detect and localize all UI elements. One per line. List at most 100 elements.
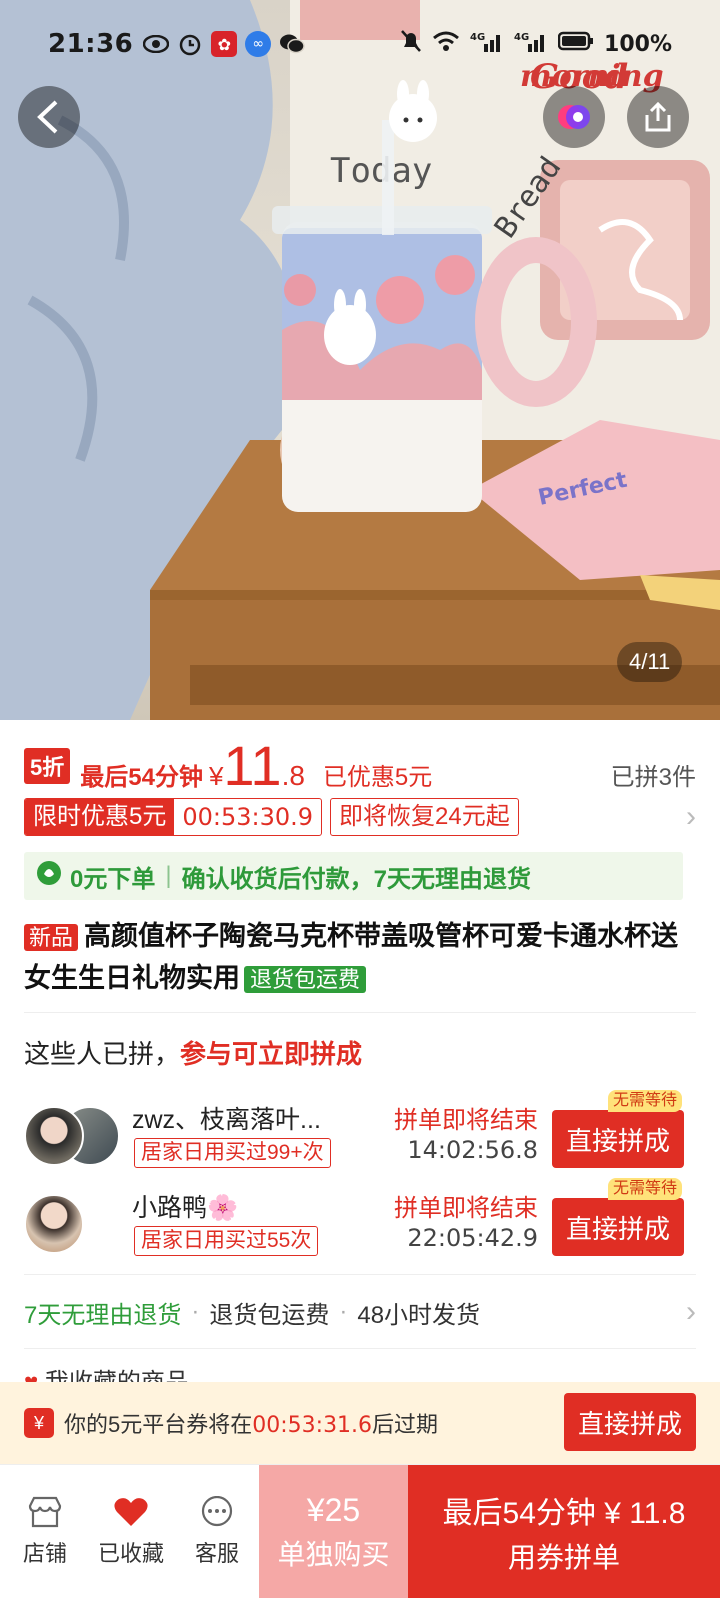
store-button[interactable]: 店铺 <box>2 1465 88 1598</box>
group-buy-button[interactable]: 最后54分钟 ¥ 11.8 用券拼单 <box>408 1465 720 1598</box>
group-ending-label: 拼单即将结束 <box>394 1195 538 1222</box>
assistant-logo-icon <box>558 105 590 129</box>
service-shipping-refund: 退货包运费 <box>209 1301 330 1329</box>
mute-icon <box>400 29 422 59</box>
share-icon <box>645 101 671 132</box>
group-member-names: 小路鸭🌸 <box>132 1194 239 1222</box>
coupon-prefix: 你的5元平台券将在 <box>64 1412 253 1437</box>
product-title: 新品 高颜值杯子陶瓷马克杯带盖吸管杯可爱卡通水杯送女生生日礼物实用 退货包运费 <box>24 916 692 1000</box>
eye-icon <box>143 31 170 57</box>
assistant-button[interactable] <box>543 86 605 148</box>
product-photo: Good morning Today Bread Perfect <box>0 0 720 720</box>
chevron-right-icon: › <box>686 1295 696 1328</box>
avatar <box>24 1194 84 1254</box>
join-group-button[interactable]: 直接拼成 <box>552 1110 684 1168</box>
promo-label: 限时优惠5元 <box>25 799 175 835</box>
alarm-icon <box>177 31 203 57</box>
share-button[interactable] <box>627 86 689 148</box>
join-group-button[interactable]: 直接拼成 <box>552 1198 684 1256</box>
avatar <box>24 1106 84 1166</box>
zero-order-title: 0元下单 <box>70 865 156 893</box>
back-button[interactable] <box>18 86 80 148</box>
coupon-timer: 00:53:31.6 <box>252 1413 373 1438</box>
leaf-icon <box>36 860 62 893</box>
service-guarantees[interactable]: 7天无理由退货 · 退货包运费 · 48小时发货 › <box>24 1294 696 1330</box>
group-label: 用券拼单 <box>507 1542 620 1573</box>
single-label: 单独购买 <box>277 1538 390 1570</box>
coupon-join-button[interactable]: 直接拼成 <box>564 1393 696 1451</box>
chat-icon <box>201 1495 233 1526</box>
browser-notification-icon: ∞ <box>245 31 272 57</box>
coupon-text: 你的5元平台券将在00:53:31.6后过期 <box>64 1407 438 1439</box>
new-tag: 新品 <box>24 924 79 951</box>
service-return: 7天无理由退货 <box>24 1301 182 1329</box>
separator: · <box>191 1298 200 1325</box>
image-counter: 4/11 <box>617 642 683 682</box>
status-time: 21:36 <box>48 29 134 59</box>
purchase-history-badge: 居家日用买过99+次 <box>134 1138 331 1168</box>
zero-order-bar[interactable]: 0元下单 | 确认收货后付款，7天无理由退货 <box>24 852 683 900</box>
coupon-suffix: 后过期 <box>372 1412 439 1437</box>
status-notification-icons: ✿ ∞ <box>143 31 306 57</box>
group-row[interactable]: 小路鸭🌸 居家日用买过55次 拼单即将结束 22:05:42.9 直接拼成 无需… <box>24 1178 696 1260</box>
single-price: ¥25 <box>306 1491 361 1528</box>
wifi-icon <box>432 30 460 58</box>
price-integer: 11 <box>223 734 282 797</box>
join-head-text: 这些人已拼， <box>24 1039 181 1069</box>
svg-text:4G: 4G <box>470 32 485 43</box>
group-avatars <box>24 1194 124 1254</box>
no-wait-badge: 无需等待 <box>607 1090 682 1112</box>
coupon-bar: ¥ 你的5元平台券将在00:53:31.6后过期 直接拼成 <box>0 1382 720 1464</box>
join-section-header: 这些人已拼，参与可立即拼成 <box>24 1034 362 1071</box>
separator: | <box>165 862 172 889</box>
favorite-label: 已收藏 <box>97 1540 164 1566</box>
buy-alone-button[interactable]: ¥25 单独购买 <box>259 1465 408 1598</box>
saved-amount: 已优惠5元 <box>322 764 433 791</box>
purchase-history-badge: 居家日用买过55次 <box>134 1226 319 1256</box>
product-image-carousel[interactable]: Good morning Today Bread Perfect 21:36 ✿… <box>0 0 720 720</box>
coupon-icon: ¥ <box>24 1408 54 1438</box>
promo-box: 限时优惠5元 00:53:30.9 <box>24 798 323 836</box>
group-timer: 14:02:56.8 <box>407 1136 538 1164</box>
signal-icon-1: 4G <box>470 30 504 58</box>
countdown-label: 最后54分钟 <box>80 764 203 791</box>
photo-text-today: Today <box>330 151 432 191</box>
currency-symbol: ¥ <box>208 761 224 791</box>
group-price: 最后54分钟 ¥ 11.8 <box>442 1497 686 1530</box>
price-decimal: .8 <box>281 760 305 791</box>
service-dispatch: 48小时发货 <box>357 1301 481 1329</box>
customer-service-label: 客服 <box>194 1540 239 1566</box>
no-wait-badge: 无需等待 <box>607 1178 682 1200</box>
heart-icon: ♥ <box>24 1369 38 1382</box>
signal-icon-2: 4G <box>514 30 548 58</box>
status-system-icons: 4G 4G 100% <box>400 29 672 59</box>
chevron-right-icon: › <box>686 800 696 833</box>
app-notification-icon: ✿ <box>211 31 238 57</box>
chevron-left-icon <box>37 100 58 134</box>
group-member-names: zwz、枝离落叶... <box>132 1106 321 1134</box>
group-ending-label: 拼单即将结束 <box>394 1107 538 1134</box>
wechat-icon <box>279 31 306 57</box>
divider <box>24 1012 696 1013</box>
favorite-button[interactable]: 已收藏 <box>88 1465 174 1598</box>
customer-service-button[interactable]: 客服 <box>174 1465 260 1598</box>
promo-row[interactable]: 限时优惠5元 00:53:30.9 即将恢复24元起 › <box>24 798 696 836</box>
join-head-highlight: 参与可立即拼成 <box>180 1039 363 1069</box>
discount-badge: 5折 <box>24 748 71 784</box>
group-timer: 22:05:42.9 <box>407 1224 538 1252</box>
store-icon <box>28 1496 62 1527</box>
group-row[interactable]: zwz、枝离落叶... 居家日用买过99+次 拼单即将结束 14:02:56.8… <box>24 1090 696 1172</box>
grouped-count: 已拼3件 <box>610 764 696 791</box>
bottom-action-bar: 店铺 已收藏 客服 ¥25 单独购买 最后54分钟 ¥ 11.8 用券拼单 <box>0 1464 720 1598</box>
battery-percent: 100% <box>604 31 672 57</box>
photo-text-morning: morning <box>520 59 664 94</box>
zero-order-desc: 确认收货后付款，7天无理由退货 <box>181 865 531 893</box>
favorites-title: 我收藏的商品 <box>45 1369 189 1382</box>
divider <box>24 1348 696 1349</box>
favorites-section-peek: ♥ 我收藏的商品 <box>24 1362 189 1382</box>
promo-timer: 00:53:30.9 <box>182 803 314 831</box>
heart-filled-icon <box>114 1497 148 1526</box>
battery-icon <box>557 31 594 57</box>
status-bar: 21:36 ✿ ∞ 4G 4G 100% <box>0 24 720 64</box>
group-avatars <box>24 1106 124 1166</box>
